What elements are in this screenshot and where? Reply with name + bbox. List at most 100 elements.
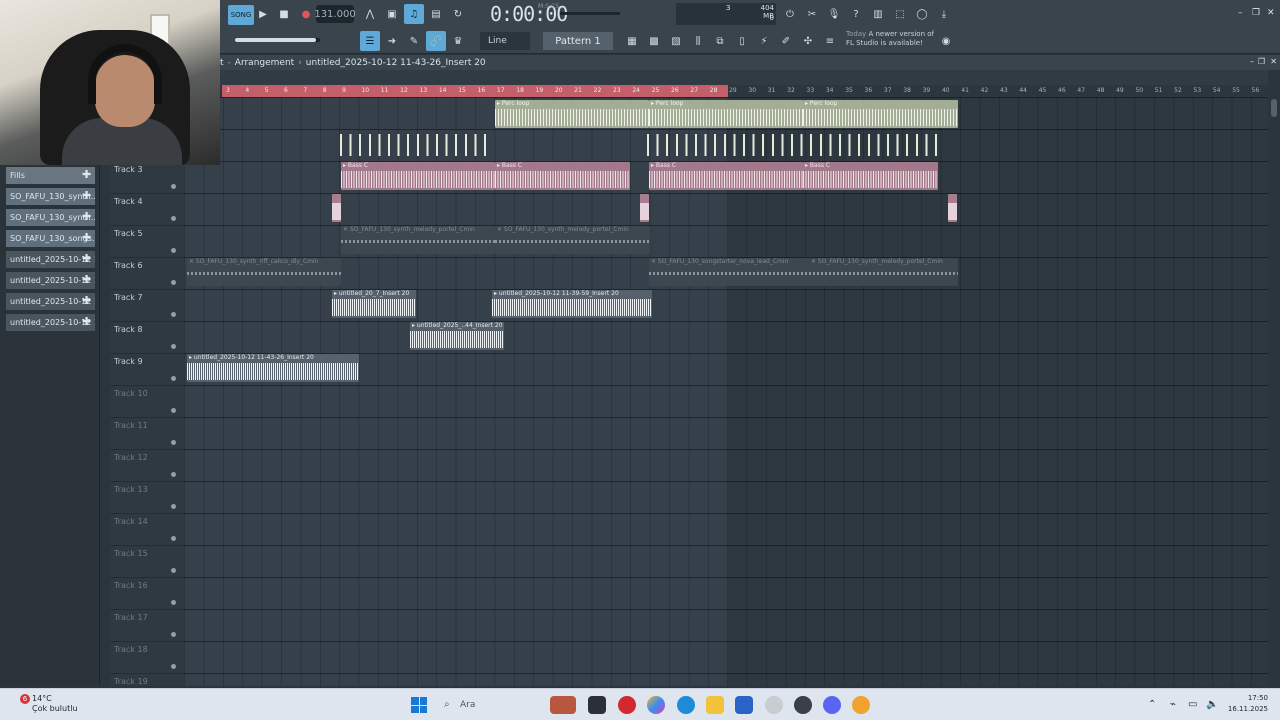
download-icon[interactable]: ⤓ bbox=[934, 4, 954, 24]
add-icon[interactable]: ✚ bbox=[82, 211, 93, 222]
discord-icon[interactable] bbox=[823, 696, 841, 714]
track-header[interactable]: Track 3 bbox=[110, 162, 184, 194]
track-header[interactable]: Track 10 bbox=[110, 386, 184, 418]
track-mute-icon[interactable] bbox=[171, 504, 176, 509]
network-icon[interactable]: ⌁ bbox=[1170, 699, 1176, 710]
wait-input-icon[interactable]: ▣ bbox=[382, 4, 402, 24]
track-mute-icon[interactable] bbox=[171, 664, 176, 669]
brush-icon[interactable]: ✐ bbox=[776, 31, 796, 51]
playlist-clip[interactable]: ▸ untitled_2025-10-12 11-43-26_Insert 20 bbox=[187, 354, 359, 382]
snap-mode-select[interactable]: Line bbox=[480, 32, 530, 50]
track-header[interactable]: Track 8 bbox=[110, 322, 184, 354]
file-icon[interactable]: ▯ bbox=[732, 31, 752, 51]
track-mute-icon[interactable] bbox=[171, 376, 176, 381]
add-icon[interactable]: ✚ bbox=[82, 274, 93, 285]
browser-item[interactable]: SO_FAFU_130_songs... ✚ bbox=[6, 230, 95, 247]
help-icon[interactable]: ? bbox=[846, 4, 866, 24]
playlist-maximize-icon[interactable]: ❐ bbox=[1258, 57, 1265, 66]
playlist-clip[interactable]: ▸ Bass C bbox=[649, 162, 803, 190]
maximize-icon[interactable]: ❐ bbox=[1252, 8, 1260, 18]
stamp-icon[interactable]: ♛ bbox=[448, 31, 468, 51]
close-icon[interactable]: ✕ bbox=[1267, 8, 1275, 18]
tempo-display[interactable]: 131.000 bbox=[314, 5, 356, 23]
app-dark-icon[interactable] bbox=[794, 696, 812, 714]
track-mute-icon[interactable] bbox=[171, 344, 176, 349]
playlist-grid[interactable]: ▸ Perc loop ▸ Perc loop ▸ Perc loop ▸ Bass … bbox=[184, 97, 1268, 686]
volume-icon[interactable]: 🔈 bbox=[1206, 699, 1218, 710]
track-mute-icon[interactable] bbox=[171, 536, 176, 541]
playlist-clip[interactable]: ✕ SO_FAFU_130_synth_melody_portel_Cmin bbox=[341, 226, 495, 254]
playlist-clip[interactable]: ▸ Bass C bbox=[495, 162, 630, 190]
browser-item[interactable]: untitled_2025-10-12 11-...✚ bbox=[6, 314, 95, 331]
piano-roll-icon[interactable]: ▧ bbox=[666, 31, 686, 51]
plug-icon[interactable]: ⚡ bbox=[754, 31, 774, 51]
playlist-clip[interactable]: ▸ untitled_20_7_Insert 20 bbox=[332, 290, 416, 318]
track-header[interactable]: Track 7 bbox=[110, 290, 184, 322]
add-icon[interactable]: ✚ bbox=[82, 232, 93, 243]
add-icon[interactable]: ✚ bbox=[82, 316, 93, 327]
windows-start-icon[interactable] bbox=[411, 697, 427, 713]
track-header[interactable]: Track 11 bbox=[110, 418, 184, 450]
undo-history-icon[interactable]: ⏻ bbox=[780, 4, 800, 24]
song-mode-button[interactable]: SONG bbox=[228, 5, 254, 25]
channel-rack-icon[interactable]: ▩ bbox=[644, 31, 664, 51]
track-mute-icon[interactable] bbox=[171, 248, 176, 253]
browser-item[interactable]: Fills ✚ bbox=[6, 167, 95, 184]
pattern-selector[interactable]: Pattern 1 bbox=[543, 32, 613, 50]
track-header[interactable]: Track 9 bbox=[110, 354, 184, 386]
widget-app-icon[interactable] bbox=[550, 696, 576, 714]
add-icon[interactable]: ✚ bbox=[82, 295, 93, 306]
countdown-icon[interactable]: ♫ bbox=[404, 4, 424, 24]
news-panel[interactable]: Today A newer version of FL Studio is av… bbox=[846, 30, 938, 52]
track-header[interactable]: Track 17 bbox=[110, 610, 184, 642]
browser-item[interactable]: untitled_2025-10-12 11-...✚ bbox=[6, 251, 95, 268]
browser-item[interactable]: SO_FAFU_130_synth... ✚ bbox=[6, 209, 95, 226]
task-view-icon[interactable] bbox=[588, 696, 606, 714]
playlist-minimize-icon[interactable]: – bbox=[1250, 57, 1254, 66]
track-mute-icon[interactable] bbox=[171, 600, 176, 605]
track-mute-icon[interactable] bbox=[171, 216, 176, 221]
record-icon[interactable]: ● bbox=[296, 4, 316, 24]
playlist-clip[interactable] bbox=[647, 130, 943, 158]
playlist-icon[interactable]: ☰ bbox=[360, 31, 380, 51]
plugin-icon[interactable]: ⧉ bbox=[710, 31, 730, 51]
track-header[interactable]: Track 15 bbox=[110, 546, 184, 578]
playlist-clip[interactable]: ✕ SO_FAFU_130_synth_melody_portel_Cmin bbox=[809, 258, 958, 286]
metronome-icon[interactable]: ⋀ bbox=[360, 4, 380, 24]
chat-icon[interactable]: ◯ bbox=[912, 4, 932, 24]
edge-icon[interactable] bbox=[677, 696, 695, 714]
chevron-up-icon[interactable]: ⌃ bbox=[1148, 699, 1156, 710]
track-mute-icon[interactable] bbox=[171, 472, 176, 477]
track-header[interactable]: Track 16 bbox=[110, 578, 184, 610]
save-icon[interactable]: ▥ bbox=[868, 4, 888, 24]
notes-icon[interactable]: ≡ bbox=[820, 31, 840, 51]
playlist-clip[interactable]: ▸ Perc loop bbox=[495, 100, 649, 128]
clock[interactable]: 17:50 16.11.2025 bbox=[1228, 693, 1268, 715]
song-position-slider[interactable] bbox=[560, 12, 620, 15]
render-icon[interactable]: ⬚ bbox=[890, 4, 910, 24]
playlist-clip[interactable]: ✕ SO_FAFU_130_synth_melody_portel_Cmin bbox=[495, 226, 650, 254]
stop-icon[interactable]: ■ bbox=[274, 4, 294, 24]
add-icon[interactable]: ✚ bbox=[82, 253, 93, 264]
playlist-clip[interactable]: ✕ SO_FAFU_130_songstarter_nova_lead_Cmin bbox=[649, 258, 809, 286]
playlist-clip[interactable]: ▸ Perc loop bbox=[649, 100, 803, 128]
playlist-clip[interactable] bbox=[340, 130, 490, 158]
playlist-clip[interactable]: ▸ Bass C bbox=[803, 162, 938, 190]
track-mute-icon[interactable] bbox=[171, 632, 176, 637]
playlist-clip[interactable]: ▸ untitled_2025_..44_Insert 20 bbox=[410, 322, 504, 350]
taskbar-search[interactable]: ⌕ Ara bbox=[440, 695, 540, 715]
track-header[interactable]: Track 18 bbox=[110, 642, 184, 674]
link-icon[interactable]: 🔗 bbox=[426, 31, 446, 51]
minimize-icon[interactable]: – bbox=[1238, 8, 1243, 18]
playlist-clip[interactable]: ✕ SO_FAFU_130_synth_riff_calico_dly_Cmin bbox=[187, 258, 341, 286]
track-header[interactable]: Track 12 bbox=[110, 450, 184, 482]
add-icon[interactable]: ✚ bbox=[82, 190, 93, 201]
monitor-icon[interactable]: ▭ bbox=[1188, 699, 1197, 710]
playlist-clip[interactable] bbox=[948, 194, 957, 222]
master-volume-slider[interactable] bbox=[235, 38, 320, 42]
timeline-overview[interactable] bbox=[218, 70, 1268, 85]
file-explorer-icon[interactable] bbox=[706, 696, 724, 714]
mixer-icon[interactable]: ▦ bbox=[622, 31, 642, 51]
track-mute-icon[interactable] bbox=[171, 184, 176, 189]
draw-icon[interactable]: ✎ bbox=[404, 31, 424, 51]
